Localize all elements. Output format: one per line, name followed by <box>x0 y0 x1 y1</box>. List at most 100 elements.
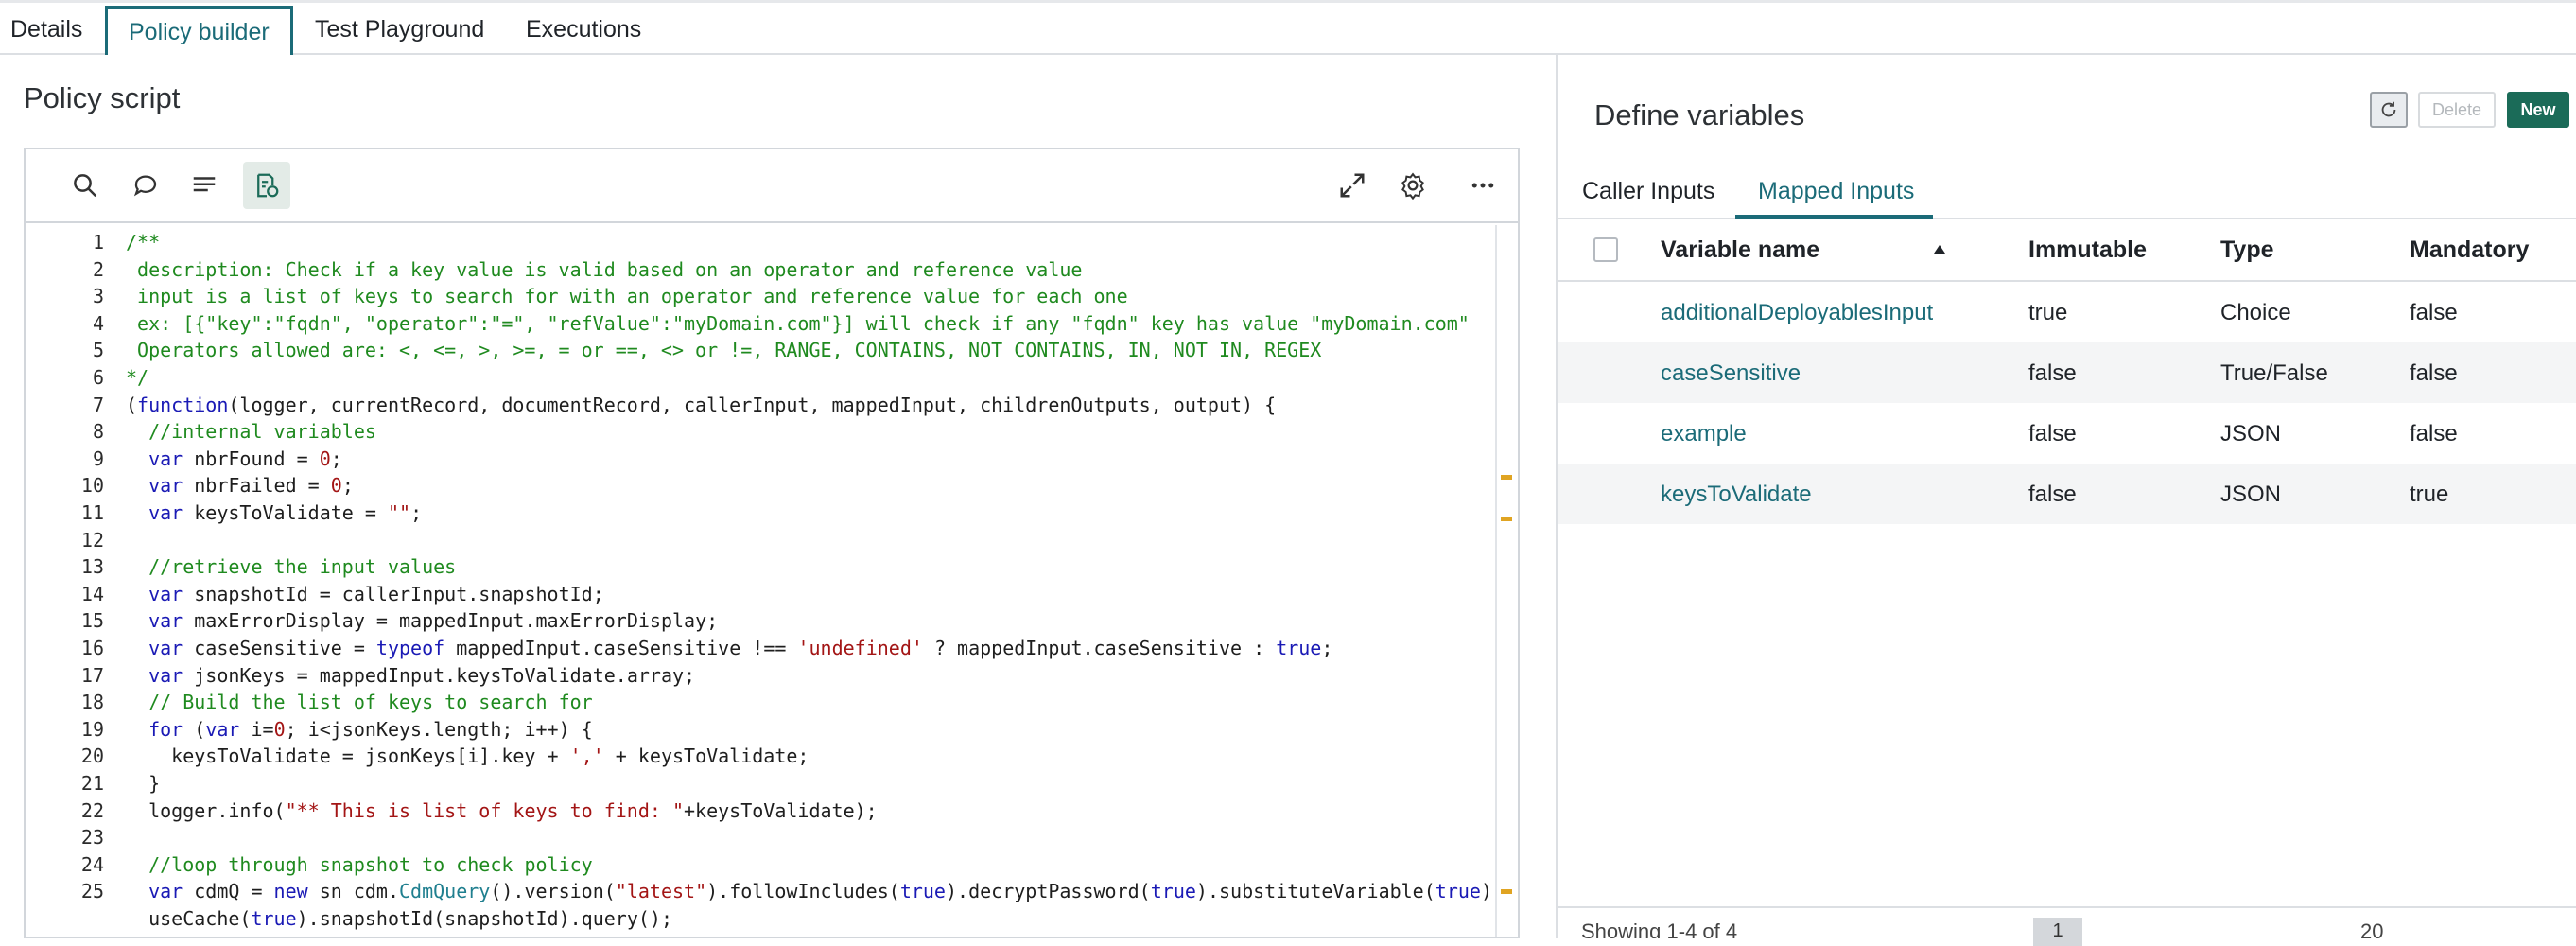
policy-script-title: Policy script <box>24 81 181 114</box>
type-cell: True/False <box>2220 360 2328 386</box>
code-line[interactable]: for (var i=0; i<jsonKeys.length; i++) { <box>126 718 593 741</box>
code-line[interactable]: var maxErrorDisplay = mappedInput.maxErr… <box>126 609 718 632</box>
code-line[interactable]: var caseSensitive = typeof mappedInput.c… <box>126 637 1332 659</box>
line-number-gutter: 1 2 3 4 5 6 7 8 9 10 11 12 13 14 15 16 17 18 19 20 21 22 23 24 2… <box>26 225 115 937</box>
mandatory-cell: false <box>2410 300 2458 325</box>
code-line[interactable]: var jsonKeys = mappedInput.keysToValidat… <box>126 664 695 687</box>
column-header-variable-name[interactable]: Variable name <box>1661 236 1819 264</box>
column-header-mandatory[interactable]: Mandatory <box>2410 236 2529 264</box>
editor-overview-ruler[interactable] <box>1495 225 1518 937</box>
variable-name-link[interactable]: keysToValidate <box>1661 482 1812 508</box>
table-row[interactable]: caseSensitive false True/False false <box>1558 342 2576 403</box>
sort-ascending-icon[interactable] <box>1933 244 1946 255</box>
line-number: 9 <box>92 447 104 470</box>
code-line[interactable]: //internal variables <box>126 420 376 443</box>
select-all-checkbox[interactable] <box>1593 237 1618 262</box>
line-number: 15 <box>80 609 104 633</box>
code-line[interactable]: var keysToValidate = ""; <box>126 501 422 524</box>
line-number: 16 <box>80 637 104 659</box>
code-content[interactable]: /** description: Check if a key value is… <box>126 225 1495 937</box>
tab-details[interactable]: Details <box>10 6 82 53</box>
immutable-cell: true <box>2028 300 2068 325</box>
variables-tab-bar: Caller Inputs Mapped Inputs <box>1558 166 2576 219</box>
line-number: 11 <box>80 501 104 524</box>
line-number: 10 <box>80 474 104 498</box>
line-number: 24 <box>80 852 104 876</box>
code-line[interactable]: //loop through snapshot to check policy <box>126 853 593 876</box>
top-tab-bar: Details Policy builder Test Playground E… <box>0 0 2576 55</box>
code-line[interactable]: var nbrFound = 0; <box>126 447 342 470</box>
column-header-immutable[interactable]: Immutable <box>2028 236 2147 264</box>
refresh-icon <box>2381 101 2396 117</box>
line-number: 12 <box>80 528 104 552</box>
column-header-type[interactable]: Type <box>2220 236 2274 264</box>
code-line[interactable]: //retrieve the input values <box>126 555 456 578</box>
line-number: 25 <box>80 880 104 903</box>
line-number: 17 <box>80 663 104 687</box>
type-cell: JSON <box>2220 482 2282 507</box>
comment-icon[interactable] <box>122 162 169 209</box>
mandatory-cell: false <box>2410 421 2458 447</box>
code-line[interactable]: ex: [{"key":"fqdn", "operator":"=", "ref… <box>126 312 1470 335</box>
tab-caller-inputs[interactable]: Caller Inputs <box>1582 178 1714 205</box>
type-cell: Choice <box>2220 300 2291 325</box>
line-number: 19 <box>80 717 104 741</box>
settings-icon[interactable] <box>1389 162 1436 209</box>
line-number: 7 <box>92 393 104 416</box>
line-number: 13 <box>80 555 104 579</box>
tab-test-playground[interactable]: Test Playground <box>315 6 484 53</box>
code-line[interactable]: var cdmQ = new sn_cdm.CdmQuery().version… <box>126 880 1495 902</box>
type-cell: JSON <box>2220 421 2282 447</box>
format-icon[interactable] <box>181 162 228 209</box>
tab-executions[interactable]: Executions <box>526 6 641 53</box>
line-number: 6 <box>92 366 104 389</box>
refresh-button[interactable] <box>2370 92 2408 128</box>
table-row[interactable]: keysToValidate false JSON true <box>1558 464 2576 524</box>
code-line[interactable]: logger.info("** This is list of keys to … <box>126 799 878 822</box>
current-page-button[interactable]: 1 <box>2033 918 2082 946</box>
define-variables-title: Define variables <box>1594 98 1805 131</box>
code-line[interactable]: var nbrFailed = 0; <box>126 474 354 497</box>
code-line[interactable]: Operators allowed are: <, <=, >, >=, = o… <box>126 339 1321 361</box>
more-icon[interactable] <box>1459 162 1506 209</box>
code-line[interactable]: useCache(true).snapshotId(snapshotId).qu… <box>126 907 672 930</box>
code-line[interactable]: var snapshotId = callerInput.snapshotId; <box>126 583 604 605</box>
line-number: 14 <box>80 582 104 605</box>
search-icon[interactable] <box>61 162 109 209</box>
current-page-number: 1 <box>2052 920 2063 941</box>
script-debug-icon[interactable] <box>243 162 290 209</box>
rows-per-page-select[interactable]: 20 <box>2360 920 2383 938</box>
table-row[interactable]: additionalDeployablesInput true Choice f… <box>1558 282 2576 342</box>
code-line[interactable]: description: Check if a key value is val… <box>126 258 1082 281</box>
line-number: 1 <box>92 231 104 254</box>
variable-name-link[interactable]: caseSensitive <box>1661 360 1801 387</box>
editor-toolbar <box>26 149 1518 223</box>
code-line[interactable]: input is a list of keys to search for wi… <box>126 285 1128 307</box>
tab-mapped-inputs[interactable]: Mapped Inputs <box>1758 178 1914 205</box>
delete-button[interactable]: Delete <box>2418 92 2496 128</box>
immutable-cell: false <box>2028 421 2077 447</box>
code-line[interactable]: // Build the list of keys to search for <box>126 691 593 713</box>
line-number: 8 <box>92 420 104 444</box>
new-button[interactable]: New <box>2507 92 2569 128</box>
pane-divider[interactable] <box>1556 55 1558 938</box>
code-line[interactable]: keysToValidate = jsonKeys[i].key + ',' +… <box>126 745 809 767</box>
code-line[interactable]: */ <box>126 366 148 389</box>
code-line[interactable]: (function(logger, currentRecord, documen… <box>126 394 1276 416</box>
immutable-cell: false <box>2028 360 2077 386</box>
variable-name-link[interactable]: additionalDeployablesInput <box>1661 300 1933 326</box>
code-line[interactable]: /** <box>126 231 160 254</box>
mandatory-cell: true <box>2410 482 2449 507</box>
ruler-marker <box>1501 475 1512 480</box>
tab-policy-builder[interactable]: Policy builder <box>105 6 293 55</box>
table-row[interactable]: example false JSON false <box>1558 403 2576 464</box>
variable-name-link[interactable]: example <box>1661 421 1747 447</box>
expand-icon[interactable] <box>1329 162 1376 209</box>
line-number: 23 <box>80 826 104 850</box>
line-number: 21 <box>80 772 104 795</box>
immutable-cell: false <box>2028 482 2077 507</box>
code-line[interactable]: } <box>126 772 160 795</box>
code-editor[interactable]: 1 2 3 4 5 6 7 8 9 10 11 12 13 14 15 16 17 18 19 20 21 22 23 24 2… <box>24 148 1520 938</box>
line-number: 18 <box>80 691 104 714</box>
line-number: 3 <box>92 285 104 308</box>
